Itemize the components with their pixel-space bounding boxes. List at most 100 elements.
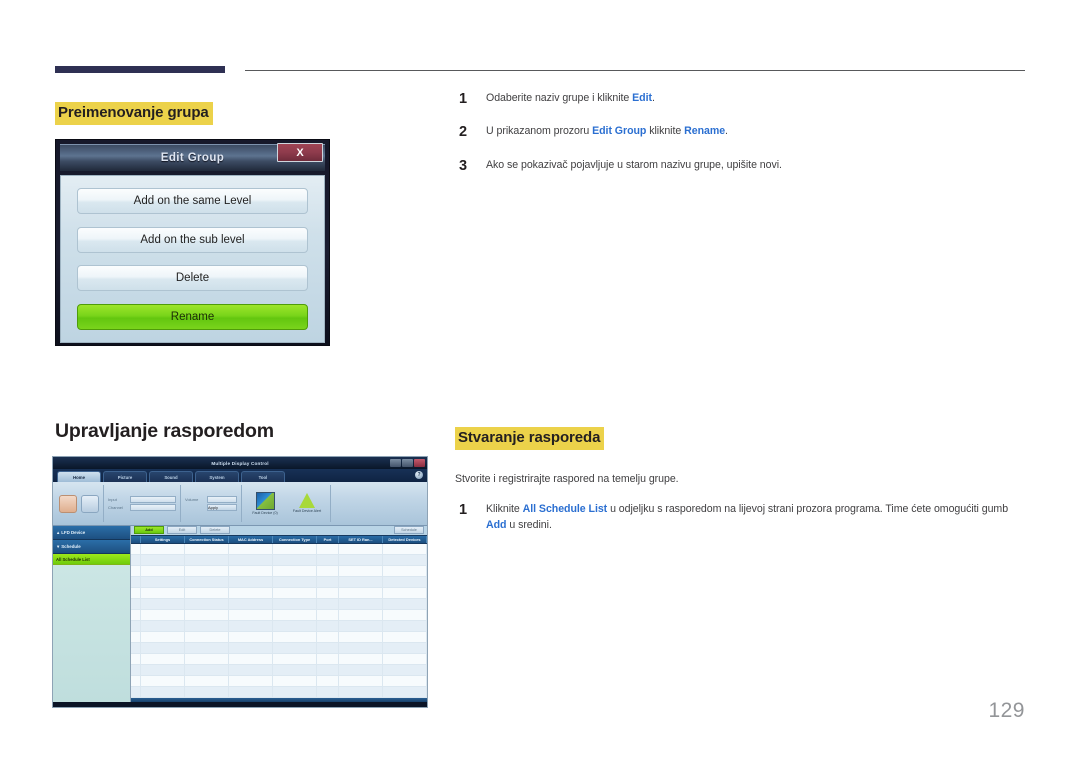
column-header-detected-devices[interactable]: Detected Devices [383, 535, 427, 543]
help-icon[interactable]: ? [415, 471, 423, 479]
add-button[interactable]: Add [134, 526, 164, 535]
table-row[interactable] [131, 686, 427, 698]
table-cell [317, 675, 339, 686]
table-row[interactable] [131, 598, 427, 610]
table-cell [141, 609, 185, 620]
table-row[interactable] [131, 554, 427, 566]
channel-select[interactable] [130, 504, 176, 511]
table-row[interactable] [131, 675, 427, 687]
column-header-set-id-range[interactable]: SET ID Ran... [339, 535, 383, 543]
table-cell [141, 631, 185, 642]
table-cell [339, 675, 383, 686]
dialog-title: Edit Group [160, 152, 225, 164]
table-cell [141, 554, 185, 565]
edit-button[interactable]: Edit [167, 526, 197, 535]
table-cell [131, 620, 141, 631]
mdc-application-screenshot: Multiple Display Control Home Picture So… [52, 456, 428, 708]
table-cell [383, 576, 427, 587]
table-cell [141, 565, 185, 576]
table-row[interactable] [131, 620, 427, 632]
schedule-management-block: Upravljanje rasporedom [55, 420, 435, 443]
table-cell [185, 576, 229, 587]
fault-device-button[interactable]: Fault Device (0) [248, 491, 282, 515]
table-row[interactable] [131, 543, 427, 555]
schedule-button[interactable]: Schedule [394, 526, 424, 535]
table-row[interactable] [131, 609, 427, 621]
table-cell [273, 554, 317, 565]
chevron-up-icon: ▴ [57, 529, 60, 535]
create-schedule-lead: Stvorite i registrirajte raspored na tem… [455, 473, 679, 486]
sidebar-item-lfd-device[interactable]: ▴ LFD Device [53, 526, 130, 540]
column-header-port[interactable]: Port [317, 535, 339, 543]
table-cell [131, 543, 141, 554]
column-header-settings[interactable]: Settings [141, 535, 185, 543]
tab-system[interactable]: System [195, 471, 239, 482]
table-cell [339, 554, 383, 565]
mdc-ribbon: Input Channel Volume Apply Fault Device … [53, 482, 427, 526]
table-row[interactable] [131, 631, 427, 643]
table-cell [317, 609, 339, 620]
tab-home[interactable]: Home [57, 471, 101, 482]
rename-button[interactable]: Rename [77, 303, 308, 330]
column-header-checkbox[interactable] [131, 535, 141, 543]
step-number: 1 [459, 501, 468, 518]
sidebar-item-all-schedule-list[interactable]: All Schedule List [53, 554, 130, 565]
table-cell [339, 664, 383, 675]
tab-sound[interactable]: Sound [149, 471, 193, 482]
sidebar-item-schedule[interactable]: ▾ Schedule [53, 540, 130, 554]
mdc-tabbar: Home Picture Sound System Tool ? [53, 469, 427, 482]
tab-tool[interactable]: Tool [241, 471, 285, 482]
close-icon[interactable]: X [277, 143, 323, 162]
input-select[interactable] [130, 496, 176, 503]
page-number: 129 [988, 699, 1025, 722]
table-cell [229, 686, 273, 697]
mdc-main-panel: Add Edit Delete Schedule Settings Connec… [131, 526, 427, 702]
minimize-icon[interactable] [390, 459, 401, 467]
chevron-down-icon: ▾ [57, 543, 60, 549]
table-cell [339, 587, 383, 598]
apply-button[interactable]: Apply [207, 504, 237, 511]
table-cell [185, 631, 229, 642]
column-header-mac-address[interactable]: MAC Address [229, 535, 273, 543]
table-row[interactable] [131, 565, 427, 577]
table-cell [317, 576, 339, 587]
mdc-window-title: Multiple Display Control [211, 460, 269, 466]
power-on-icon[interactable] [59, 494, 77, 513]
table-cell [141, 598, 185, 609]
table-row[interactable] [131, 576, 427, 588]
column-header-connection-status[interactable]: Connection Status [185, 535, 229, 543]
fault-device-icon [255, 491, 275, 510]
table-cell [185, 664, 229, 675]
add-on-sub-level-button[interactable]: Add on the sub level [77, 226, 308, 253]
column-header-connection-type[interactable]: Connection Type [273, 535, 317, 543]
dialog-titlebar: Edit Group X [60, 143, 325, 171]
table-row[interactable] [131, 587, 427, 599]
table-row[interactable] [131, 653, 427, 665]
table-cell [229, 576, 273, 587]
table-cell [229, 653, 273, 664]
section-heading-rename-groups: Preimenovanje grupa [55, 102, 213, 125]
maximize-icon[interactable] [402, 459, 413, 467]
table-cell [317, 543, 339, 554]
table-cell [131, 598, 141, 609]
table-row[interactable] [131, 664, 427, 676]
volume-input[interactable] [207, 496, 237, 503]
tab-picture[interactable]: Picture [103, 471, 147, 482]
close-icon[interactable] [414, 459, 425, 467]
delete-button[interactable]: Delete [77, 265, 308, 292]
add-on-same-level-button[interactable]: Add on the same Level [77, 188, 308, 214]
table-cell [185, 554, 229, 565]
sidebar-item-label: Schedule [61, 544, 81, 549]
mdc-status-bar [131, 697, 427, 702]
power-off-icon[interactable] [81, 494, 99, 513]
edit-group-dialog: Edit Group X Add on the same Level Add o… [55, 139, 330, 346]
fault-device-alert-button[interactable]: Fault Device Alert [290, 493, 324, 513]
table-cell [273, 598, 317, 609]
table-cell [317, 554, 339, 565]
table-cell [273, 587, 317, 598]
header-rule-accent [55, 66, 225, 73]
delete-button[interactable]: Delete [200, 526, 230, 535]
table-cell [383, 565, 427, 576]
warning-triangle-icon [299, 493, 315, 509]
table-row[interactable] [131, 642, 427, 654]
